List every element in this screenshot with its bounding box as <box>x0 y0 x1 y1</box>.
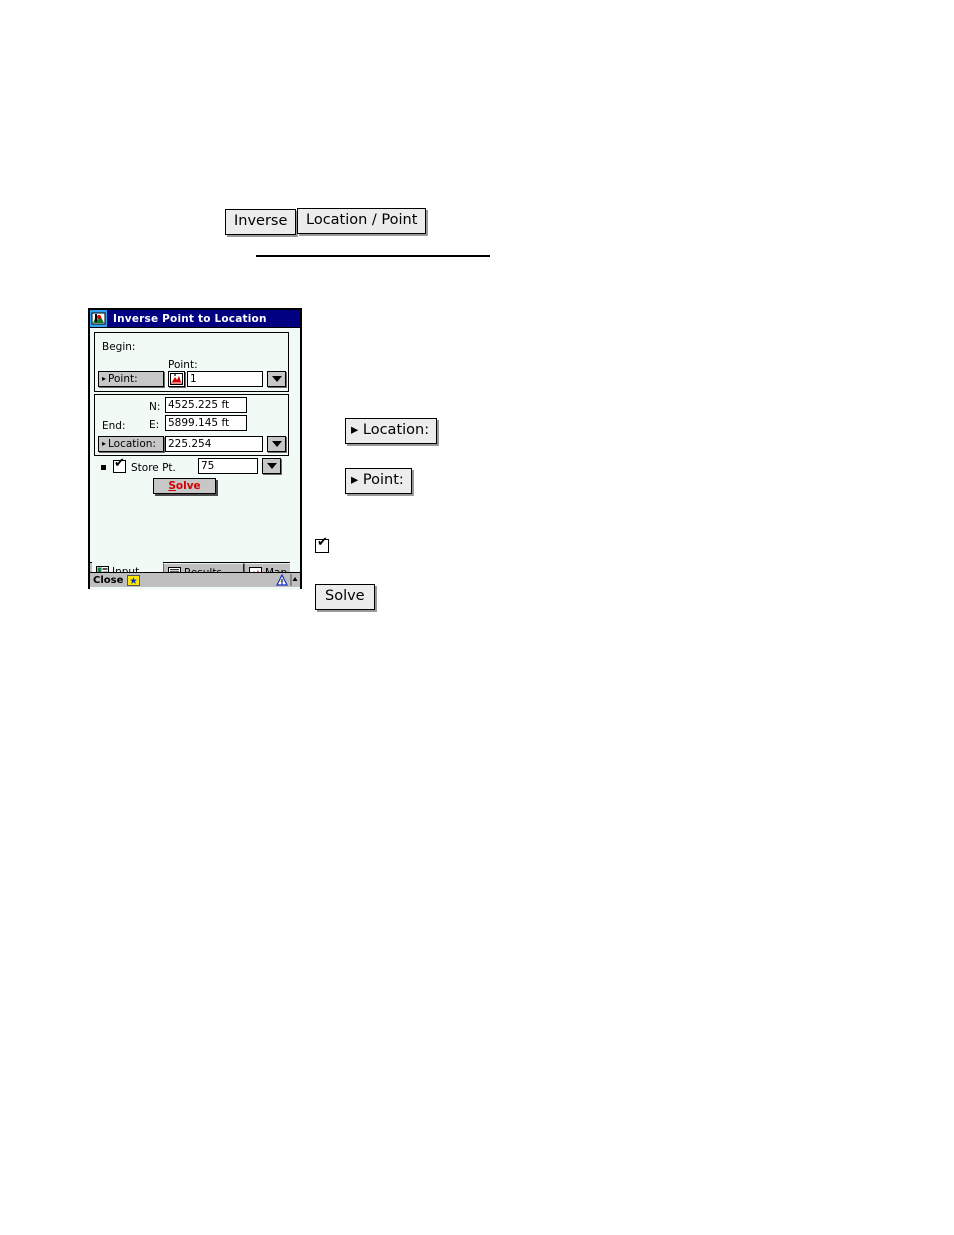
expand-bullet-icon[interactable] <box>101 465 106 470</box>
checkmark-icon: ✔ <box>114 456 125 471</box>
statusbar-right-icons <box>276 574 300 586</box>
east-value: 5899.145 ft <box>168 416 230 429</box>
end-group-label: End: <box>102 420 126 432</box>
location-point-doc-button[interactable]: Location / Point <box>297 208 427 234</box>
chevron-down-icon <box>271 441 282 447</box>
end-elev-dropdown[interactable] <box>267 436 286 452</box>
begin-point-field-label: Point: <box>168 359 198 371</box>
store-point-label: Store Pt. <box>131 462 176 474</box>
north-value: 4525.225 ft <box>168 398 230 411</box>
map-flag-icon <box>90 310 107 327</box>
annotation-checkbox[interactable]: ✔ <box>315 535 329 553</box>
begin-point-input[interactable]: 1 <box>187 371 263 387</box>
survey-tripod-icon[interactable] <box>276 574 288 586</box>
end-mode-button[interactable]: ▸ Location: <box>98 436 164 452</box>
annotation-solve-button[interactable]: Solve <box>315 584 375 610</box>
elev-input[interactable]: 225.254 <box>165 436 263 452</box>
dialog-statusbar: Close <box>90 572 300 587</box>
map-pick-icon[interactable] <box>168 371 185 387</box>
dialog-content: Begin: Point: ▸ Point: 1 End: N: 4525.22… <box>90 328 300 590</box>
north-label: N: <box>149 401 161 413</box>
solve-accel: S <box>168 480 176 492</box>
end-group: End: N: 4525.225 ft E: 5899.145 ft Elev:… <box>94 394 289 456</box>
north-input[interactable]: 4525.225 ft <box>165 397 247 413</box>
dialog-titlebar: Inverse Point to Location <box>90 310 300 328</box>
chevron-down-icon <box>266 463 277 469</box>
chevron-down-icon <box>271 376 282 382</box>
right-triangle-icon: ▸ <box>102 374 107 383</box>
begin-mode-button[interactable]: ▸ Point: <box>98 371 164 387</box>
store-point-input[interactable]: 75 <box>198 458 258 474</box>
begin-group: Begin: Point: ▸ Point: 1 <box>94 332 289 392</box>
begin-group-label: Begin: <box>102 341 136 353</box>
close-button[interactable]: Close <box>93 575 123 586</box>
inverse-point-to-location-dialog: Inverse Point to Location Begin: Point: … <box>88 308 302 590</box>
east-label: E: <box>149 419 160 431</box>
inverse-doc-button[interactable]: Inverse <box>225 209 297 235</box>
dialog-title: Inverse Point to Location <box>113 312 267 325</box>
checkmark-icon: ✔ <box>317 535 328 550</box>
store-point-dropdown[interactable] <box>262 458 281 474</box>
store-point-value: 75 <box>201 459 215 472</box>
begin-point-dropdown[interactable] <box>267 371 286 387</box>
annotation-location-button[interactable]: ▸ Location: <box>345 418 438 444</box>
solve-rest: olve <box>175 480 201 492</box>
annotation-point-button[interactable]: ▸ Point: <box>345 468 412 494</box>
begin-mode-button-label: Point: <box>108 372 138 385</box>
begin-point-value: 1 <box>190 372 197 385</box>
yellow-star-icon[interactable] <box>127 574 141 586</box>
dialog-right-rail <box>290 328 300 590</box>
end-mode-button-label: Location: <box>108 437 156 450</box>
right-triangle-icon: ▸ <box>102 439 107 448</box>
scroll-up-icon[interactable] <box>290 574 298 586</box>
east-input[interactable]: 5899.145 ft <box>165 415 247 431</box>
elev-value: 225.254 <box>168 437 212 450</box>
store-point-checkbox[interactable]: ✔ <box>113 456 126 473</box>
solve-button[interactable]: Solve <box>153 478 216 494</box>
dialog-body: Begin: Point: ▸ Point: 1 End: N: 4525.22… <box>90 328 300 590</box>
horizontal-rule <box>256 255 490 257</box>
